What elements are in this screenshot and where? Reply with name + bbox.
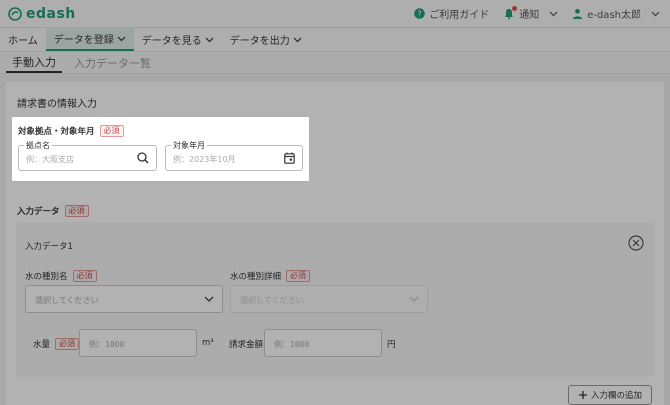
add-input-button-label: 入力欄の追加 — [590, 391, 642, 401]
target-label: 対象拠点・対象年月 必須 — [18, 125, 124, 137]
nav-register-data[interactable]: データを登録 — [45, 28, 134, 51]
water-type-detail-label-text: 水の種別詳細 — [230, 272, 282, 282]
billing-amount-unit: 円 — [387, 340, 396, 350]
add-input-button[interactable]: 入力欄の追加 — [567, 385, 652, 405]
water-type-label: 水の種別名 必須 — [25, 270, 97, 282]
water-type-detail-label: 水の種別詳細 必須 — [230, 270, 311, 282]
input-data-label: 入力データ 必須 — [17, 205, 89, 217]
input-data-card: 入力データ1 水の種別名 必須 選択してください 水の種別詳細 必須 選択してく… — [16, 222, 654, 377]
logo-text: edash — [26, 6, 76, 22]
user-icon — [573, 8, 583, 19]
required-badge: 必須 — [64, 205, 89, 217]
chevron-down-icon — [409, 296, 419, 302]
main-nav: ホーム データを登録 データを見る データを出力 — [0, 28, 670, 52]
nav-view-label: データを見る — [141, 36, 202, 47]
search-icon[interactable] — [137, 152, 149, 164]
water-type-label-text: 水の種別名 — [25, 272, 68, 282]
required-badge: 必須 — [99, 125, 124, 137]
target-month-placeholder: 例：2023年10月 — [173, 155, 236, 164]
required-badge: 必須 — [286, 270, 311, 282]
nav-export-data[interactable]: データを出力 — [222, 28, 310, 51]
svg-text:?: ? — [418, 9, 422, 18]
tab-input-data-list[interactable]: 入力データ一覧 — [68, 52, 157, 73]
billing-amount-label: 請求金額 — [229, 340, 264, 350]
chevron-down-icon — [549, 11, 558, 16]
water-amount-placeholder: 例：1000 — [89, 340, 125, 349]
chevron-down-icon — [651, 11, 660, 16]
card-title: 入力データ1 — [25, 242, 73, 252]
site-name-placeholder: 例：大阪支店 — [26, 155, 74, 164]
tab-manual-input[interactable]: 手動入力 — [6, 52, 62, 73]
notification-dot — [512, 5, 518, 11]
target-month-field[interactable]: 対象年月 例：2023年10月 — [165, 140, 303, 171]
chevron-down-icon — [293, 37, 302, 42]
nav-export-label: データを出力 — [229, 36, 290, 47]
target-spotlight: 対象拠点・対象年月 必須 拠点名 例：大阪支店 対象年月 例：2023年10月 — [12, 117, 309, 181]
user-menu[interactable]: e-dash太郎 — [572, 6, 660, 21]
help-icon: ? — [414, 8, 426, 19]
input-data-label-text: 入力データ — [17, 207, 60, 217]
site-name-field[interactable]: 拠点名 例：大阪支店 — [18, 140, 157, 171]
water-amount-input[interactable]: 例：1000 — [79, 329, 197, 357]
billing-amount-input[interactable]: 例：1000 — [264, 329, 382, 357]
required-badge: 必須 — [55, 338, 80, 350]
nav-home[interactable]: ホーム — [0, 28, 46, 51]
water-type-detail-select[interactable]: 選択してください — [230, 285, 428, 313]
water-type-select[interactable]: 選択してください — [25, 285, 223, 313]
logo[interactable]: edash — [8, 6, 76, 22]
guide-link[interactable]: ? ご利用ガイド — [414, 6, 489, 21]
required-badge: 必須 — [72, 270, 97, 282]
nav-view-data[interactable]: データを見る — [134, 28, 222, 51]
sub-tabs: 手動入力 入力データ一覧 — [0, 52, 670, 74]
close-icon[interactable] — [628, 235, 644, 251]
tab-manual-input-label: 手動入力 — [12, 55, 56, 69]
bell-icon — [503, 5, 518, 20]
nav-home-label: ホーム — [8, 36, 38, 47]
tab-input-data-list-label: 入力データ一覧 — [74, 56, 151, 70]
edash-logo-icon — [8, 7, 22, 21]
plus-icon — [578, 391, 587, 399]
target-label-text: 対象拠点・対象年月 — [18, 127, 95, 137]
chevron-down-icon — [205, 37, 214, 42]
notify-label: 通知 — [519, 10, 540, 21]
chevron-down-icon — [117, 36, 126, 41]
user-name: e-dash太郎 — [587, 10, 641, 21]
water-type-detail-placeholder: 選択してください — [240, 296, 304, 305]
water-amount-label-text: 水量 — [33, 340, 51, 350]
chevron-down-icon — [204, 296, 214, 302]
notification-menu[interactable]: 通知 — [503, 5, 558, 21]
billing-amount-placeholder: 例：1000 — [274, 340, 310, 349]
app-header: edash ? ご利用ガイド 通知 e-dash太郎 — [0, 0, 670, 28]
water-type-placeholder: 選択してください — [35, 296, 99, 305]
calendar-icon[interactable] — [284, 152, 295, 164]
target-month-legend: 対象年月 — [171, 140, 207, 151]
site-name-legend: 拠点名 — [24, 140, 52, 151]
water-amount-label: 水量 必須 — [33, 338, 80, 350]
guide-label: ご利用ガイド — [429, 10, 490, 21]
section-title: 請求書の情報入力 — [17, 99, 97, 110]
water-amount-unit: m³ — [202, 338, 214, 348]
nav-register-label: データを登録 — [53, 35, 114, 46]
